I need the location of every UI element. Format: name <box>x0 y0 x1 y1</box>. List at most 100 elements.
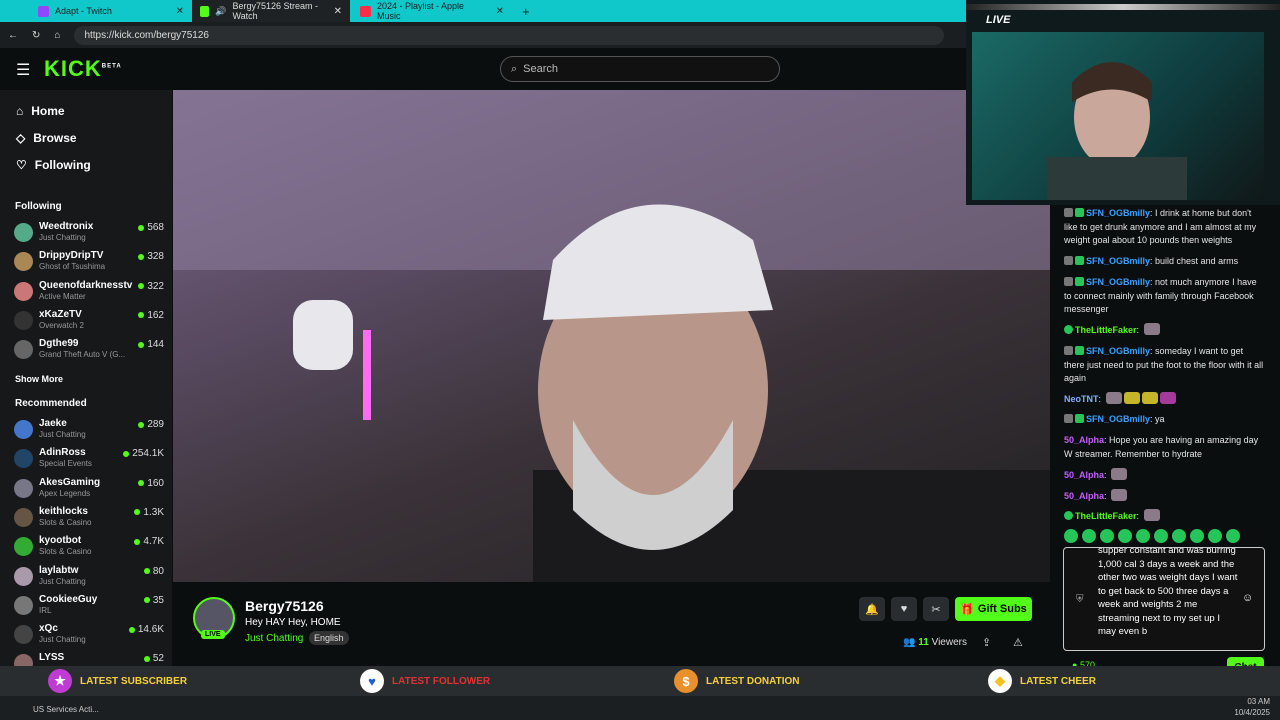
home-icon[interactable]: ⌂ <box>54 30 60 41</box>
language-tag[interactable]: English <box>309 631 349 645</box>
clip-icon[interactable]: ✂ <box>923 597 949 621</box>
taskbar-clock[interactable]: 03 AM 10/4/2025 <box>1234 696 1270 718</box>
emote-icon[interactable] <box>1136 529 1150 543</box>
channel-viewers: 35 <box>143 595 164 606</box>
channel-viewers: 80 <box>143 566 164 577</box>
search-input[interactable]: ⌕ Search <box>500 56 780 82</box>
show-more-link[interactable]: Show More <box>15 374 63 384</box>
menu-icon[interactable]: ☰ <box>16 60 30 80</box>
live-dot <box>138 224 145 231</box>
channel-game: Special Events <box>39 459 92 469</box>
chat-username[interactable]: NeoTNT <box>1064 394 1099 404</box>
emote-icon[interactable] <box>1118 529 1132 543</box>
channel-item[interactable]: xKaZeTV Overwatch 2 162 <box>14 309 164 335</box>
tab-twitch[interactable]: Adapt - Twitch ✕ <box>30 0 192 22</box>
chat-username[interactable]: SFN_OGBmilly <box>1086 346 1150 356</box>
channel-game: Ghost of Tsushima <box>39 262 106 272</box>
channel-item[interactable]: Queenofdarknesstv Active Matter 322 <box>14 280 164 306</box>
heart-icon: ♡ <box>16 158 27 172</box>
channel-item[interactable]: xQc Just Chatting 14.6K <box>14 623 164 649</box>
channel-item[interactable]: AdinRoss Special Events 254.1K <box>14 447 164 473</box>
home-icon: ⌂ <box>16 104 24 118</box>
chat-username[interactable]: SFN_OGBmilly <box>1086 277 1150 287</box>
live-dot <box>123 450 130 457</box>
chat-username[interactable]: TheLittleFaker <box>1075 325 1137 335</box>
emote-icon[interactable] <box>1172 529 1186 543</box>
stream-category[interactable]: Just Chatting <box>245 633 303 644</box>
emote-icon[interactable] <box>1208 529 1222 543</box>
nav-following[interactable]: ♡ Following <box>16 158 91 172</box>
chat-input[interactable]: ⛨ supper constant and was burring 1,000 … <box>1063 547 1265 651</box>
bell-icon[interactable]: 🔔 <box>859 597 885 621</box>
chat-username[interactable]: SFN_OGBmilly <box>1086 414 1150 424</box>
channel-item[interactable]: AkesGaming Apex Legends 160 <box>14 477 164 503</box>
live-dot <box>138 480 145 487</box>
tab-label: Bergy75126 Stream - Watch <box>232 1 319 21</box>
channel-viewers: 160 <box>138 478 164 489</box>
channel-avatar <box>14 478 33 498</box>
os-taskbar: US Services Acti... 03 AM 10/4/2025 <box>0 696 1280 720</box>
chat-message: 50_Alpha: Hope you are having an amazing… <box>1064 435 1259 459</box>
nav-browse[interactable]: ◇ Browse <box>16 131 77 145</box>
taskbar-weather[interactable]: US Services Acti... <box>33 705 99 714</box>
close-icon[interactable]: ✕ <box>334 6 342 17</box>
live-dot <box>138 421 145 428</box>
channel-item[interactable]: laylabtw Just Chatting 80 <box>14 565 164 591</box>
channel-item[interactable]: keithlocks Slots & Casino 1.3K <box>14 506 164 532</box>
channel-item[interactable]: Weedtronix Just Chatting 568 <box>14 221 164 247</box>
search-icon: ⌕ <box>511 62 518 75</box>
heart-icon[interactable]: ♥ <box>891 597 917 621</box>
report-icon[interactable]: ⚠ <box>1013 636 1023 649</box>
channel-game: Just Chatting <box>39 233 86 242</box>
webcam-feed <box>972 32 1264 200</box>
emote-icon[interactable] <box>1190 529 1204 543</box>
emote-icon <box>1123 392 1140 404</box>
chat-username[interactable]: 50_Alpha <box>1064 491 1104 501</box>
channel-avatar <box>14 449 33 469</box>
channel-avatar <box>14 223 33 242</box>
channel-item[interactable]: kyootbot Slots & Casino 4.7K <box>14 535 164 561</box>
emote-icon[interactable] <box>1064 529 1078 543</box>
close-icon[interactable]: ✕ <box>496 6 504 17</box>
channel-item[interactable]: Jaeke Just Chatting 289 <box>14 418 164 444</box>
chat-message: NeoTNT: <box>1064 392 1264 407</box>
new-tab-button[interactable]: + <box>514 0 534 22</box>
overlay-live-label: LIVE <box>986 14 1011 26</box>
channel-viewers: 289 <box>138 419 164 430</box>
chat-username[interactable]: SFN_OGBmilly <box>1086 256 1150 266</box>
channel-item[interactable]: Dgthe99 Grand Theft Auto V (G... 144 <box>14 338 164 364</box>
tab-kick[interactable]: 🔊 Bergy75126 Stream - Watch ✕ <box>192 0 350 22</box>
emote-icon[interactable] <box>1226 529 1240 543</box>
tab-apple-music[interactable]: 2024 - Playlist - Apple Music ✕ <box>352 0 512 22</box>
emote-icon[interactable] <box>1154 529 1168 543</box>
live-badge: LIVE <box>201 630 225 639</box>
live-dot <box>143 597 150 604</box>
emote-icon[interactable] <box>1100 529 1114 543</box>
badge-icon <box>1064 256 1073 265</box>
chat-username[interactable]: 50_Alpha <box>1064 435 1104 445</box>
close-icon[interactable]: ✕ <box>176 6 184 17</box>
emote-quick-bar <box>1064 529 1264 543</box>
channel-name: DrippyDripTV <box>39 250 104 262</box>
video-player[interactable] <box>173 90 1050 582</box>
channel-game: Slots & Casino <box>39 547 92 557</box>
channel-item[interactable]: CookieeGuy IRL 35 <box>14 594 164 620</box>
kick-icon <box>200 5 210 17</box>
url-field[interactable]: https://kick.com/bergy75126 <box>74 25 945 45</box>
sub-badge-icon <box>1075 414 1084 423</box>
back-icon[interactable]: ← <box>8 30 18 41</box>
gift-subs-button[interactable]: 🎁 Gift Subs <box>955 597 1032 621</box>
chat-input-text: supper constant and was burring 1,000 ca… <box>1098 547 1238 637</box>
emoji-icon[interactable]: ☺ <box>1242 592 1253 604</box>
chat-username[interactable]: 50_Alpha <box>1064 470 1104 480</box>
nav-home[interactable]: ⌂ Home <box>16 104 65 118</box>
chat-username[interactable]: TheLittleFaker <box>1075 511 1137 521</box>
chat-username[interactable]: SFN_OGBmilly <box>1086 208 1150 218</box>
tab-label: Adapt - Twitch <box>55 6 112 16</box>
refresh-icon[interactable]: ↻ <box>32 30 40 41</box>
share-icon[interactable]: ⇪ <box>982 636 991 649</box>
kick-logo[interactable]: KICKBETA <box>44 56 122 82</box>
streamer-name[interactable]: Bergy75126 <box>245 598 324 614</box>
emote-icon[interactable] <box>1082 529 1096 543</box>
channel-item[interactable]: DrippyDripTV Ghost of Tsushima 328 <box>14 250 164 276</box>
